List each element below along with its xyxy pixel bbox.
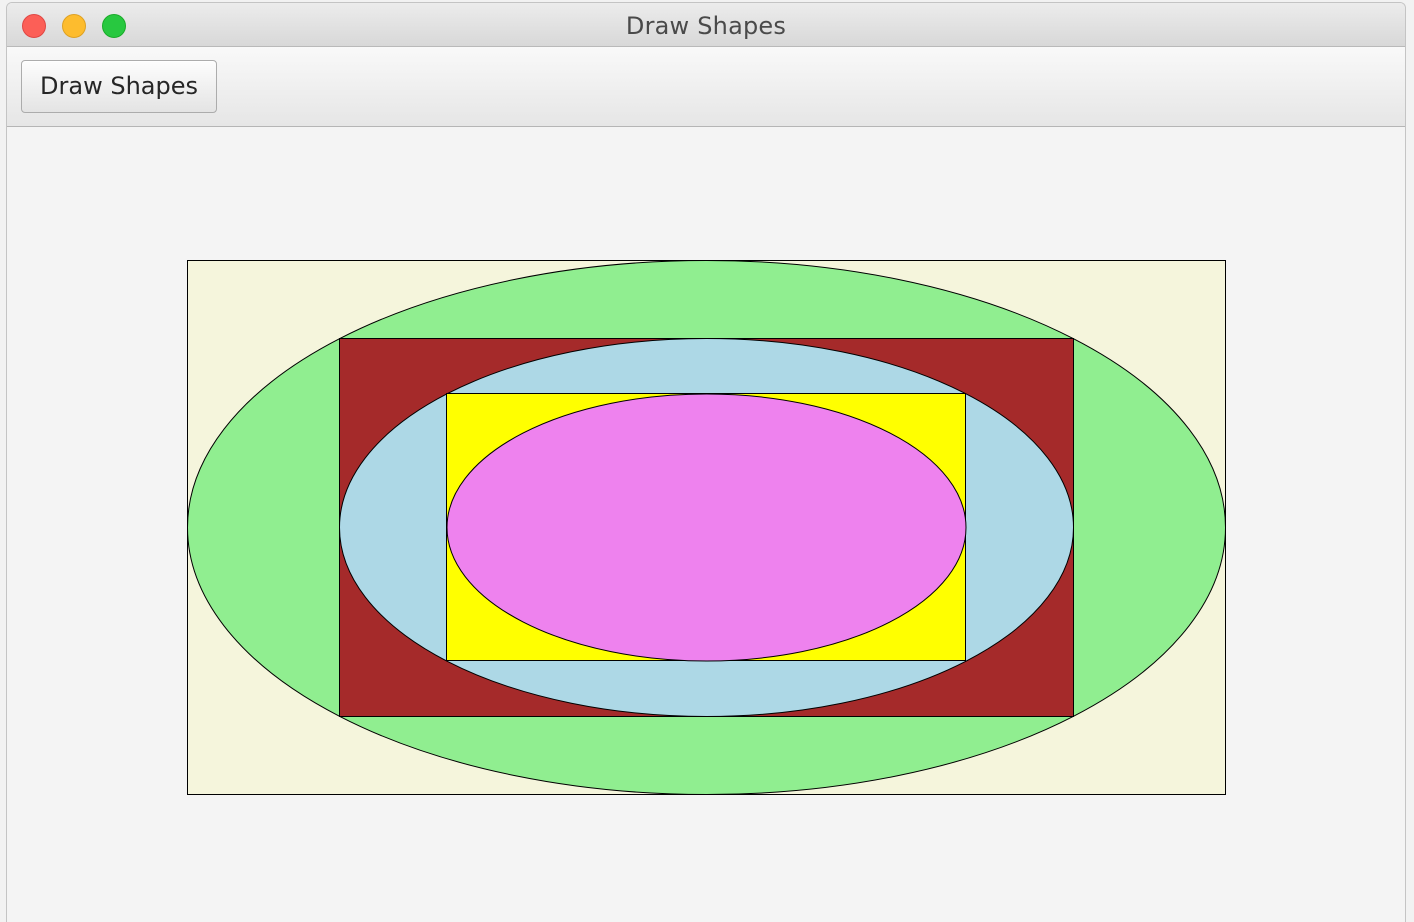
window-title: Draw Shapes <box>625 12 787 40</box>
toolbar: Draw Shapes <box>7 47 1405 127</box>
inner-ellipse <box>446 393 967 662</box>
app-window: Draw Shapes Draw Shapes <box>6 2 1406 922</box>
drawing-canvas <box>7 127 1405 922</box>
shapes-svg <box>187 260 1226 795</box>
title-bar: Draw Shapes <box>7 3 1405 47</box>
draw-shapes-button[interactable]: Draw Shapes <box>21 60 217 113</box>
